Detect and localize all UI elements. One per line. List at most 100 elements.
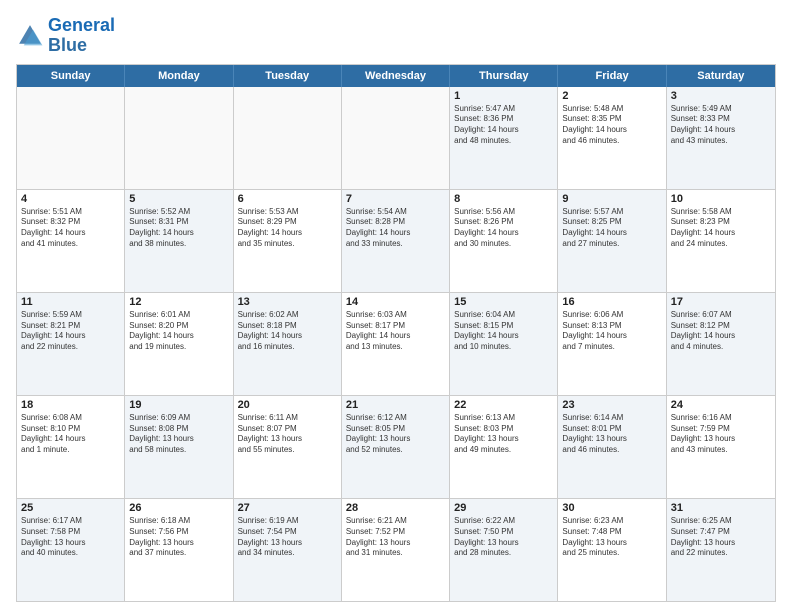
calendar-cell-2-2: 13 Sunrise: 6:02 AM Sunset: 8:18 PM Dayli… — [234, 293, 342, 395]
cell-text-14: Sunrise: 6:03 AM Sunset: 8:17 PM Dayligh… — [346, 310, 445, 353]
day-number-5: 5 — [129, 193, 228, 205]
calendar-cell-2-4: 15Sunrise: 6:04 AM Sunset: 8:15 PM Dayli… — [450, 293, 558, 395]
header-monday: Monday — [125, 65, 233, 87]
calendar-row-1: 4 Sunrise: 5:51 AM Sunset: 8:32 PM Daylig… — [17, 190, 775, 293]
cell-text-6: Sunrise: 5:53 AM Sunset: 8:29 PM Dayligh… — [238, 207, 337, 250]
calendar-cell-3-6: 24 Sunrise: 6:16 AM Sunset: 7:59 PM Dayli… — [667, 396, 775, 498]
cell-text-7: Sunrise: 5:54 AM Sunset: 8:28 PM Dayligh… — [346, 207, 445, 250]
day-number-4: 4 — [21, 193, 120, 205]
day-number-25: 25 — [21, 502, 120, 514]
calendar-cell-1-4: 8Sunrise: 5:56 AM Sunset: 8:26 PM Daylig… — [450, 190, 558, 292]
day-number-19: 19 — [129, 399, 228, 411]
day-number-23: 23 — [562, 399, 661, 411]
cell-text-19: Sunrise: 6:09 AM Sunset: 8:08 PM Dayligh… — [129, 413, 228, 456]
header-wednesday: Wednesday — [342, 65, 450, 87]
day-number-18: 18 — [21, 399, 120, 411]
calendar-cell-0-4: 1 Sunrise: 5:47 AM Sunset: 8:36 PM Daylig… — [450, 87, 558, 189]
cell-text-22: Sunrise: 6:13 AM Sunset: 8:03 PM Dayligh… — [454, 413, 553, 456]
calendar-row-2: 11 Sunrise: 5:59 AM Sunset: 8:21 PM Dayli… — [17, 293, 775, 396]
calendar-cell-1-5: 9 Sunrise: 5:57 AM Sunset: 8:25 PM Daylig… — [558, 190, 666, 292]
calendar-cell-0-0 — [17, 87, 125, 189]
cell-text-30: Sunrise: 6:23 AM Sunset: 7:48 PM Dayligh… — [562, 516, 661, 559]
cell-text-23: Sunrise: 6:14 AM Sunset: 8:01 PM Dayligh… — [562, 413, 661, 456]
cell-text-8: Sunrise: 5:56 AM Sunset: 8:26 PM Dayligh… — [454, 207, 553, 250]
cell-text-16: Sunrise: 6:06 AM Sunset: 8:13 PM Dayligh… — [562, 310, 661, 353]
day-number-6: 6 — [238, 193, 337, 205]
cell-text-21: Sunrise: 6:12 AM Sunset: 8:05 PM Dayligh… — [346, 413, 445, 456]
cell-text-31: Sunrise: 6:25 AM Sunset: 7:47 PM Dayligh… — [671, 516, 771, 559]
day-number-17: 17 — [671, 296, 771, 308]
day-number-26: 26 — [129, 502, 228, 514]
cell-text-13: Sunrise: 6:02 AM Sunset: 8:18 PM Dayligh… — [238, 310, 337, 353]
day-number-3: 3 — [671, 90, 771, 102]
day-number-28: 28 — [346, 502, 445, 514]
cell-text-9: Sunrise: 5:57 AM Sunset: 8:25 PM Dayligh… — [562, 207, 661, 250]
day-number-30: 30 — [562, 502, 661, 514]
logo-text-blue: Blue — [48, 36, 115, 56]
calendar-cell-2-0: 11 Sunrise: 5:59 AM Sunset: 8:21 PM Dayli… — [17, 293, 125, 395]
day-number-10: 10 — [671, 193, 771, 205]
calendar-cell-2-3: 14Sunrise: 6:03 AM Sunset: 8:17 PM Dayli… — [342, 293, 450, 395]
day-number-24: 24 — [671, 399, 771, 411]
calendar-cell-4-4: 29Sunrise: 6:22 AM Sunset: 7:50 PM Dayli… — [450, 499, 558, 601]
calendar-cell-0-6: 3 Sunrise: 5:49 AM Sunset: 8:33 PM Daylig… — [667, 87, 775, 189]
calendar-cell-3-0: 18 Sunrise: 6:08 AM Sunset: 8:10 PM Dayli… — [17, 396, 125, 498]
day-number-27: 27 — [238, 502, 337, 514]
day-number-12: 12 — [129, 296, 228, 308]
calendar-cell-2-1: 12 Sunrise: 6:01 AM Sunset: 8:20 PM Dayli… — [125, 293, 233, 395]
cell-text-28: Sunrise: 6:21 AM Sunset: 7:52 PM Dayligh… — [346, 516, 445, 559]
calendar-cell-3-3: 21 Sunrise: 6:12 AM Sunset: 8:05 PM Dayli… — [342, 396, 450, 498]
day-number-9: 9 — [562, 193, 661, 205]
calendar-cell-1-0: 4 Sunrise: 5:51 AM Sunset: 8:32 PM Daylig… — [17, 190, 125, 292]
calendar-row-3: 18 Sunrise: 6:08 AM Sunset: 8:10 PM Dayli… — [17, 396, 775, 499]
day-number-11: 11 — [21, 296, 120, 308]
page: General Blue Sunday Monday Tuesday Wedne… — [0, 0, 792, 612]
header-tuesday: Tuesday — [234, 65, 342, 87]
calendar-row-4: 25 Sunrise: 6:17 AM Sunset: 7:58 PM Dayli… — [17, 499, 775, 601]
cell-text-24: Sunrise: 6:16 AM Sunset: 7:59 PM Dayligh… — [671, 413, 771, 456]
logo-text-general: General — [48, 16, 115, 36]
calendar-cell-0-1 — [125, 87, 233, 189]
header-thursday: Thursday — [450, 65, 558, 87]
day-number-16: 16 — [562, 296, 661, 308]
calendar-cell-1-3: 7Sunrise: 5:54 AM Sunset: 8:28 PM Daylig… — [342, 190, 450, 292]
calendar-cell-4-1: 26 Sunrise: 6:18 AM Sunset: 7:56 PM Dayli… — [125, 499, 233, 601]
cell-text-11: Sunrise: 5:59 AM Sunset: 8:21 PM Dayligh… — [21, 310, 120, 353]
cell-text-27: Sunrise: 6:19 AM Sunset: 7:54 PM Dayligh… — [238, 516, 337, 559]
cell-text-4: Sunrise: 5:51 AM Sunset: 8:32 PM Dayligh… — [21, 207, 120, 250]
calendar-cell-4-6: 31 Sunrise: 6:25 AM Sunset: 7:47 PM Dayli… — [667, 499, 775, 601]
cell-text-1: Sunrise: 5:47 AM Sunset: 8:36 PM Dayligh… — [454, 104, 553, 147]
day-number-13: 13 — [238, 296, 337, 308]
header-sunday: Sunday — [17, 65, 125, 87]
logo-icon — [16, 22, 44, 50]
cell-text-26: Sunrise: 6:18 AM Sunset: 7:56 PM Dayligh… — [129, 516, 228, 559]
calendar-cell-0-5: 2Sunrise: 5:48 AM Sunset: 8:35 PM Daylig… — [558, 87, 666, 189]
calendar-cell-1-2: 6 Sunrise: 5:53 AM Sunset: 8:29 PM Daylig… — [234, 190, 342, 292]
day-number-22: 22 — [454, 399, 553, 411]
cell-text-12: Sunrise: 6:01 AM Sunset: 8:20 PM Dayligh… — [129, 310, 228, 353]
calendar-cell-4-2: 27 Sunrise: 6:19 AM Sunset: 7:54 PM Dayli… — [234, 499, 342, 601]
calendar-cell-2-5: 16 Sunrise: 6:06 AM Sunset: 8:13 PM Dayli… — [558, 293, 666, 395]
calendar-cell-1-6: 10 Sunrise: 5:58 AM Sunset: 8:23 PM Dayli… — [667, 190, 775, 292]
calendar-cell-3-5: 23 Sunrise: 6:14 AM Sunset: 8:01 PM Dayli… — [558, 396, 666, 498]
day-number-21: 21 — [346, 399, 445, 411]
cell-text-15: Sunrise: 6:04 AM Sunset: 8:15 PM Dayligh… — [454, 310, 553, 353]
cell-text-3: Sunrise: 5:49 AM Sunset: 8:33 PM Dayligh… — [671, 104, 771, 147]
day-number-20: 20 — [238, 399, 337, 411]
calendar-cell-3-2: 20 Sunrise: 6:11 AM Sunset: 8:07 PM Dayli… — [234, 396, 342, 498]
calendar-cell-1-1: 5 Sunrise: 5:52 AM Sunset: 8:31 PM Daylig… — [125, 190, 233, 292]
header-friday: Friday — [558, 65, 666, 87]
cell-text-5: Sunrise: 5:52 AM Sunset: 8:31 PM Dayligh… — [129, 207, 228, 250]
cell-text-10: Sunrise: 5:58 AM Sunset: 8:23 PM Dayligh… — [671, 207, 771, 250]
day-number-31: 31 — [671, 502, 771, 514]
cell-text-18: Sunrise: 6:08 AM Sunset: 8:10 PM Dayligh… — [21, 413, 120, 456]
calendar-body: 1 Sunrise: 5:47 AM Sunset: 8:36 PM Daylig… — [17, 87, 775, 601]
calendar-row-0: 1 Sunrise: 5:47 AM Sunset: 8:36 PM Daylig… — [17, 87, 775, 190]
calendar-cell-0-2 — [234, 87, 342, 189]
header-saturday: Saturday — [667, 65, 775, 87]
day-number-1: 1 — [454, 90, 553, 102]
cell-text-25: Sunrise: 6:17 AM Sunset: 7:58 PM Dayligh… — [21, 516, 120, 559]
day-number-29: 29 — [454, 502, 553, 514]
calendar-cell-4-5: 30 Sunrise: 6:23 AM Sunset: 7:48 PM Dayli… — [558, 499, 666, 601]
cell-text-20: Sunrise: 6:11 AM Sunset: 8:07 PM Dayligh… — [238, 413, 337, 456]
